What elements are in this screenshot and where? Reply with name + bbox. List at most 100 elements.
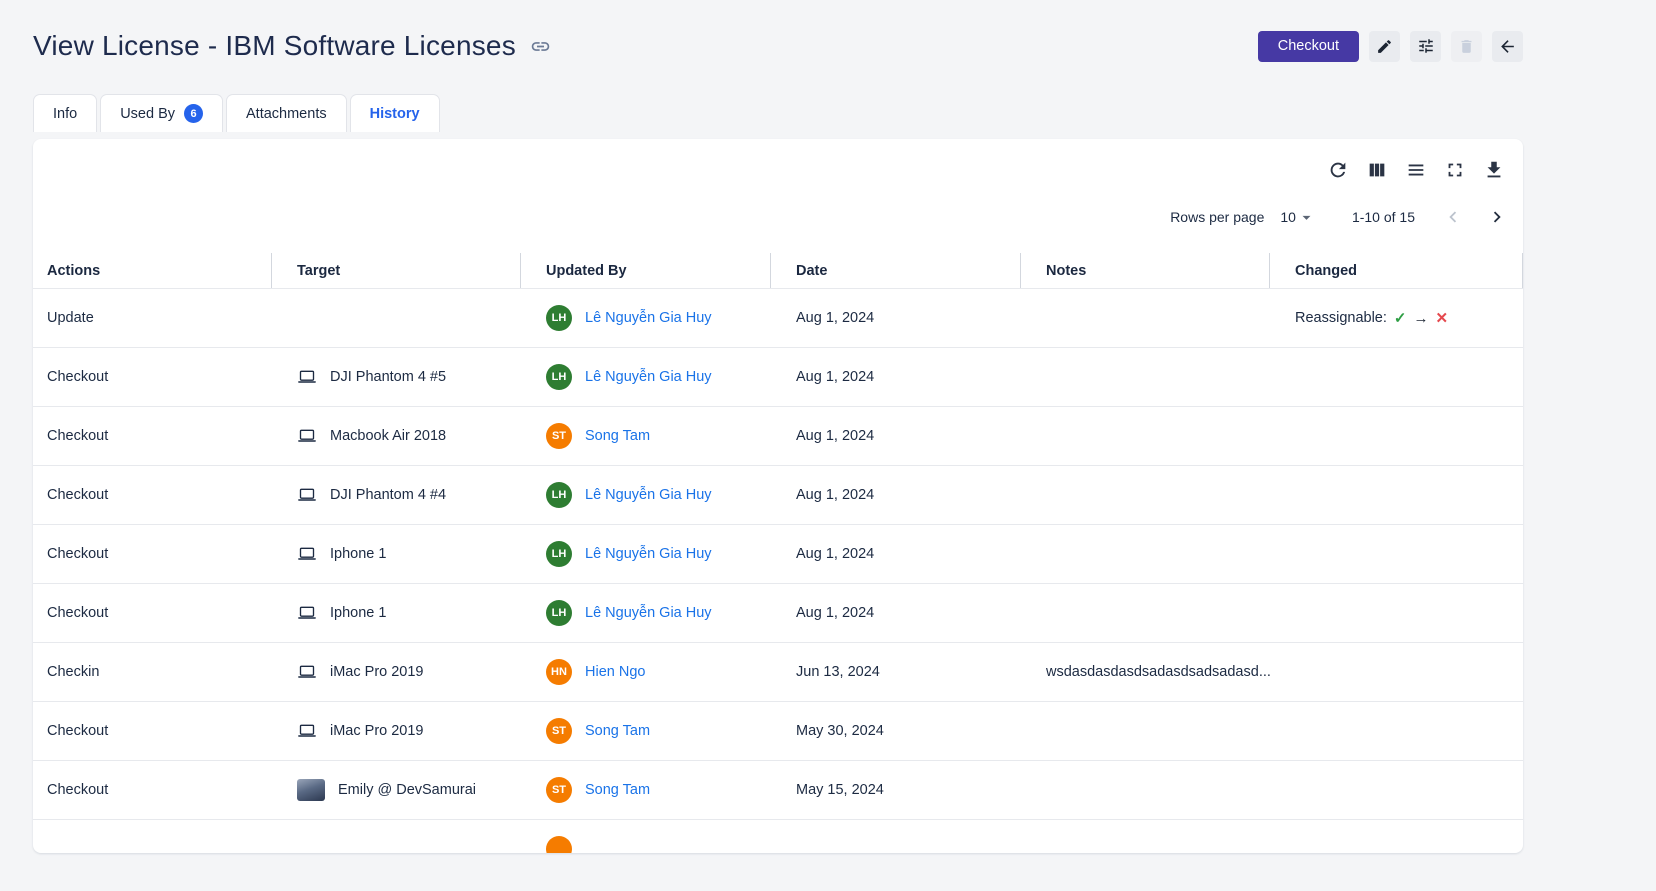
user-link[interactable]: Song Tam <box>585 723 650 739</box>
updated-by-cell: ST Song Tam <box>521 777 771 803</box>
rows-per-page-value: 10 <box>1280 209 1296 225</box>
updated-by-cell: ST Song Tam <box>521 423 771 449</box>
user-link[interactable]: Song Tam <box>585 428 650 444</box>
copy-link-icon[interactable] <box>530 36 551 57</box>
column-header-updated-by: Updated By <box>521 253 771 288</box>
target-cell: Macbook Air 2018 <box>272 426 521 446</box>
checkout-button[interactable]: Checkout <box>1258 31 1359 62</box>
date-cell: May 30, 2024 <box>771 723 1021 739</box>
updated-by-cell: HN Hien Ngo <box>521 659 771 685</box>
target-cell: Emily @ DevSamurai <box>272 779 521 801</box>
delete-button <box>1451 31 1482 62</box>
column-header-actions: Actions <box>33 253 272 288</box>
tab-attachments[interactable]: Attachments <box>226 94 347 132</box>
column-header-notes: Notes <box>1021 253 1270 288</box>
laptop-icon <box>297 426 317 446</box>
tab-info[interactable]: Info <box>33 94 97 132</box>
action-cell: Checkout <box>33 428 272 444</box>
avatar: LH <box>546 364 572 390</box>
avatar: ST <box>546 777 572 803</box>
table-row: CheckoutiMac Pro 2019STSong TamMay 30, 2… <box>33 702 1523 761</box>
date-cell: Aug 1, 2024 <box>771 605 1021 621</box>
laptop-icon <box>297 721 317 741</box>
target-label: Emily @ DevSamurai <box>338 782 476 798</box>
table-row: CheckoutMacbook Air 2018STSong TamAug 1,… <box>33 407 1523 466</box>
rows-per-page-label: Rows per page <box>1170 209 1264 225</box>
changed-label: Reassignable: <box>1295 310 1387 326</box>
laptop-icon <box>297 662 317 682</box>
table-row <box>33 820 1523 853</box>
user-link[interactable]: Lê Nguyễn Gia Huy <box>585 310 712 326</box>
columns-icon[interactable] <box>1366 159 1388 181</box>
chevron-left-icon <box>1442 206 1464 228</box>
date-cell: Jun 13, 2024 <box>771 664 1021 680</box>
tab-history[interactable]: History <box>350 94 440 132</box>
updated-by-cell: LHLê Nguyễn Gia Huy <box>521 600 771 626</box>
edit-button[interactable] <box>1369 31 1400 62</box>
back-button[interactable] <box>1492 31 1523 62</box>
previous-page-button <box>1441 205 1465 229</box>
target-label: DJI Phantom 4 #4 <box>330 487 446 503</box>
pencil-icon <box>1376 38 1393 55</box>
tab-attachments-label: Attachments <box>246 106 327 122</box>
rows-per-page-select[interactable]: 10 <box>1280 208 1316 227</box>
used-by-count-badge: 6 <box>184 104 203 123</box>
tab-used-by[interactable]: Used By 6 <box>100 94 223 132</box>
target-label: DJI Phantom 4 #5 <box>330 369 446 385</box>
sliders-icon <box>1417 37 1435 55</box>
target-cell: DJI Phantom 4 #5 <box>272 367 521 387</box>
updated-by-cell: LH Lê Nguyễn Gia Huy <box>521 541 771 567</box>
user-link[interactable]: Lê Nguyễn Gia Huy <box>585 369 712 385</box>
settings-button[interactable] <box>1410 31 1441 62</box>
chevron-right-icon <box>1486 206 1508 228</box>
action-cell: Checkout <box>33 546 272 562</box>
updated-by-cell <box>521 836 771 853</box>
user-link[interactable]: Hien Ngo <box>585 664 645 680</box>
target-cell: iMac Pro 2019 <box>272 721 521 741</box>
avatar: ST <box>546 423 572 449</box>
user-link[interactable]: Song Tam <box>585 782 650 798</box>
refresh-icon[interactable] <box>1327 159 1349 181</box>
action-cell: Checkout <box>33 369 272 385</box>
avatar: ST <box>546 718 572 744</box>
target-label: Iphone 1 <box>330 605 386 621</box>
next-page-button[interactable] <box>1485 205 1509 229</box>
avatar: LH <box>546 541 572 567</box>
date-cell: Aug 1, 2024 <box>771 546 1021 562</box>
download-icon[interactable] <box>1483 159 1505 181</box>
arrow-left-icon <box>1498 37 1517 56</box>
tab-info-label: Info <box>53 106 77 122</box>
table-row: Checkout Iphone 1 LH Lê Nguyễn Gia Huy Aug 1… <box>33 525 1523 584</box>
target-label: Iphone 1 <box>330 546 386 562</box>
user-link[interactable]: Lê Nguyễn Gia Huy <box>585 605 712 621</box>
check-icon: ✓ <box>1394 309 1407 327</box>
column-header-changed: Changed <box>1270 253 1523 288</box>
fullscreen-icon[interactable] <box>1444 159 1466 181</box>
user-link[interactable]: Lê Nguyễn Gia Huy <box>585 546 712 562</box>
user-link[interactable]: Lê Nguyễn Gia Huy <box>585 487 712 503</box>
laptop-icon <box>297 544 317 564</box>
action-cell: Checkout <box>33 782 272 798</box>
density-icon[interactable] <box>1405 159 1427 181</box>
table-row: Checkout DJI Phantom 4 #4 LHLê Nguyễn Gia … <box>33 466 1523 525</box>
history-panel: Rows per page 10 1-10 of 15 ActionsTarge… <box>33 139 1523 853</box>
updated-by-cell: LHLê Nguyễn Gia Huy <box>521 305 771 331</box>
date-cell: Aug 1, 2024 <box>771 310 1021 326</box>
target-cell: Iphone 1 <box>272 544 521 564</box>
action-cell: Checkout <box>33 605 272 621</box>
page-header: View License - IBM Software Licenses Che… <box>33 30 1523 62</box>
target-cell: iMac Pro 2019 <box>272 662 521 682</box>
tab-bar: Info Used By 6 Attachments History <box>33 94 1523 132</box>
header-actions: Checkout <box>1258 31 1523 62</box>
table-row: Checkout DJI Phantom 4 #5 LH Lê Nguyễn Gia … <box>33 348 1523 407</box>
table-row: Checkout Iphone 1 LHLê Nguyễn Gia HuyAug 1… <box>33 584 1523 643</box>
target-label: iMac Pro 2019 <box>330 723 424 739</box>
changed-cell: Reassignable:✓→✕ <box>1270 309 1523 327</box>
table-row: CheckiniMac Pro 2019HNHien NgoJun 13, 20… <box>33 643 1523 702</box>
action-cell: Checkout <box>33 487 272 503</box>
avatar: HN <box>546 659 572 685</box>
updated-by-cell: ST Song Tam <box>521 718 771 744</box>
column-header-target: Target <box>272 253 521 288</box>
updated-by-cell: LHLê Nguyễn Gia Huy <box>521 482 771 508</box>
table-body: UpdateLHLê Nguyễn Gia HuyAug 1, 2024Reas… <box>33 289 1523 853</box>
